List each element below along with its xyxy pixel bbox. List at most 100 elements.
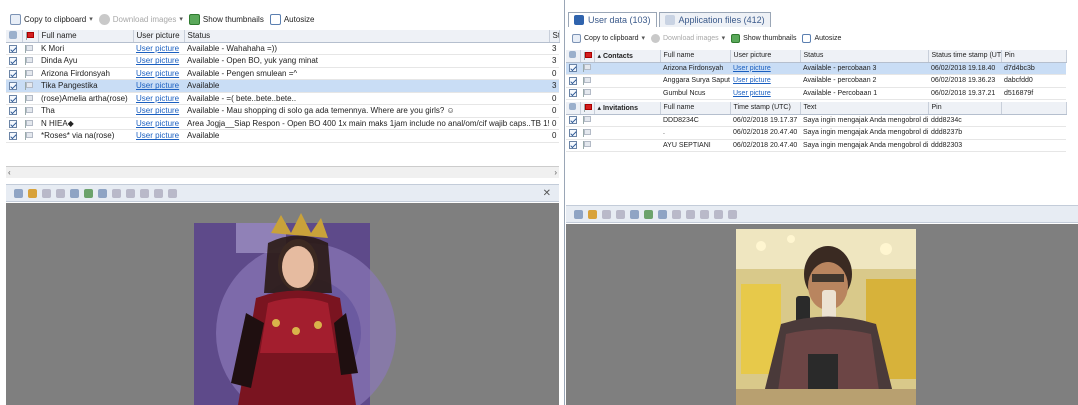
table-row[interactable]: Anggara Surya Saputra User picture Availab…: [566, 74, 1066, 88]
column-status[interactable]: Status: [184, 30, 550, 43]
copy-to-clipboard-button[interactable]: Copy to clipboard ▾: [572, 33, 645, 43]
row-flag[interactable]: [580, 139, 594, 152]
tab-user-data[interactable]: User data (103): [568, 12, 657, 27]
image-icon[interactable]: [70, 188, 79, 198]
row-user-picture-link[interactable]: User picture: [133, 92, 184, 105]
row-checkbox[interactable]: [6, 79, 22, 93]
checkbox-icon[interactable]: [9, 119, 17, 128]
chevron-down-icon[interactable]: ▾: [722, 34, 726, 42]
save-icon[interactable]: [658, 209, 667, 219]
table-row[interactable]: *Roses* via na(rose) User picture Availabl…: [6, 129, 559, 143]
row-flag[interactable]: [22, 92, 38, 105]
highlight-icon[interactable]: [588, 209, 597, 219]
highlight-icon[interactable]: [28, 188, 37, 198]
share-icon[interactable]: [700, 209, 709, 219]
binoculars-icon[interactable]: [672, 209, 681, 219]
column-user-picture[interactable]: User picture: [133, 30, 185, 43]
column-full-name[interactable]: Full name: [660, 102, 731, 115]
contacts-group[interactable]: ▴ Contacts: [594, 50, 661, 63]
autosize-button[interactable]: Autosize: [802, 33, 841, 43]
chevron-down-icon[interactable]: ▾: [179, 15, 183, 23]
row-checkbox[interactable]: [6, 42, 22, 55]
row-flag[interactable]: [22, 54, 38, 68]
checkbox-icon[interactable]: [569, 141, 577, 150]
row-checkbox[interactable]: [566, 62, 580, 75]
row-flag[interactable]: [580, 126, 594, 140]
column-full-name[interactable]: Full name: [660, 50, 731, 63]
tab-application-files[interactable]: Application files (412): [658, 12, 771, 27]
checkbox-icon[interactable]: [569, 128, 577, 137]
checkbox-icon[interactable]: [569, 64, 577, 73]
copy-icon[interactable]: [644, 209, 653, 219]
row-user-picture-link[interactable]: User picture: [730, 62, 800, 75]
stop-icon[interactable]: [728, 209, 737, 219]
image-icon[interactable]: [630, 209, 639, 219]
flag-column[interactable]: [580, 102, 595, 115]
scroll-right-icon[interactable]: ›: [554, 167, 557, 178]
row-flag[interactable]: [22, 104, 38, 118]
autosize-button[interactable]: Autosize: [269, 13, 315, 25]
row-user-picture-link[interactable]: User picture: [133, 42, 184, 55]
column-text[interactable]: Text: [800, 102, 929, 115]
row-checkbox[interactable]: [6, 104, 22, 118]
checkbox-icon[interactable]: [569, 89, 577, 98]
row-flag[interactable]: [22, 79, 38, 93]
show-thumbnails-button[interactable]: Show thumbnails: [731, 33, 796, 43]
row-checkbox[interactable]: [6, 67, 22, 80]
column-status[interactable]: Status: [800, 50, 929, 63]
row-flag[interactable]: [22, 42, 38, 55]
view-icon[interactable]: [574, 209, 583, 219]
select-all-column[interactable]: [566, 102, 581, 115]
row-flag[interactable]: [580, 87, 594, 100]
column-overflow[interactable]: St: [549, 30, 560, 43]
row-checkbox[interactable]: [566, 139, 580, 152]
checkbox-icon[interactable]: [9, 107, 17, 116]
binoculars-icon[interactable]: [112, 188, 121, 198]
chevron-down-icon[interactable]: ▾: [89, 15, 93, 23]
row-user-picture-link[interactable]: User picture: [133, 67, 184, 80]
left-horizontal-scrollbar[interactable]: ‹ ›: [6, 166, 559, 178]
row-user-picture-link[interactable]: User picture: [133, 117, 184, 130]
column-pin[interactable]: Pin: [928, 102, 1002, 115]
filter-icon[interactable]: [126, 188, 135, 198]
row-checkbox[interactable]: [566, 87, 580, 100]
checkbox-icon[interactable]: [9, 82, 17, 91]
column-status-time-stamp[interactable]: Status time stamp (UTC): [928, 50, 1002, 63]
settings-icon[interactable]: [154, 188, 163, 198]
select-all-column[interactable]: [566, 50, 581, 63]
row-checkbox[interactable]: [566, 126, 580, 140]
row-user-picture-link[interactable]: User picture: [730, 74, 800, 88]
row-flag[interactable]: [22, 117, 38, 130]
stop-icon[interactable]: [168, 188, 177, 198]
close-icon[interactable]: ✕: [543, 188, 551, 199]
row-user-picture-link[interactable]: User picture: [133, 104, 184, 118]
checkbox-icon[interactable]: [569, 116, 577, 125]
row-flag[interactable]: [580, 114, 594, 127]
row-checkbox[interactable]: [6, 117, 22, 130]
checkbox-icon[interactable]: [569, 76, 577, 85]
settings-icon[interactable]: [714, 209, 723, 219]
copy-icon[interactable]: [84, 188, 93, 198]
row-user-picture-link[interactable]: User picture: [133, 79, 184, 93]
flag-column[interactable]: [580, 50, 595, 63]
column-full-name[interactable]: Full name: [38, 30, 134, 43]
view-icon[interactable]: [14, 188, 23, 198]
table-row[interactable]: Dinda Ayu User picture Available - Open BO…: [6, 54, 559, 68]
row-flag[interactable]: [22, 129, 38, 143]
scroll-left-icon[interactable]: ‹: [8, 167, 11, 178]
collapse-icon[interactable]: ▴: [598, 53, 602, 60]
row-checkbox[interactable]: [6, 54, 22, 68]
copy-to-clipboard-button[interactable]: Copy to clipboard ▾: [10, 13, 93, 25]
flag-column[interactable]: [22, 30, 39, 43]
row-checkbox[interactable]: [6, 129, 22, 143]
row-flag[interactable]: [22, 67, 38, 80]
row-user-picture-link[interactable]: User picture: [133, 129, 184, 143]
show-thumbnails-button[interactable]: Show thumbnails: [188, 13, 264, 25]
row-checkbox[interactable]: [6, 92, 22, 105]
filter-icon[interactable]: [686, 209, 695, 219]
share-icon[interactable]: [140, 188, 149, 198]
text-icon[interactable]: [42, 188, 51, 198]
checkbox-icon[interactable]: [9, 57, 17, 66]
text-icon[interactable]: [602, 209, 611, 219]
checkbox-icon[interactable]: [9, 44, 17, 53]
